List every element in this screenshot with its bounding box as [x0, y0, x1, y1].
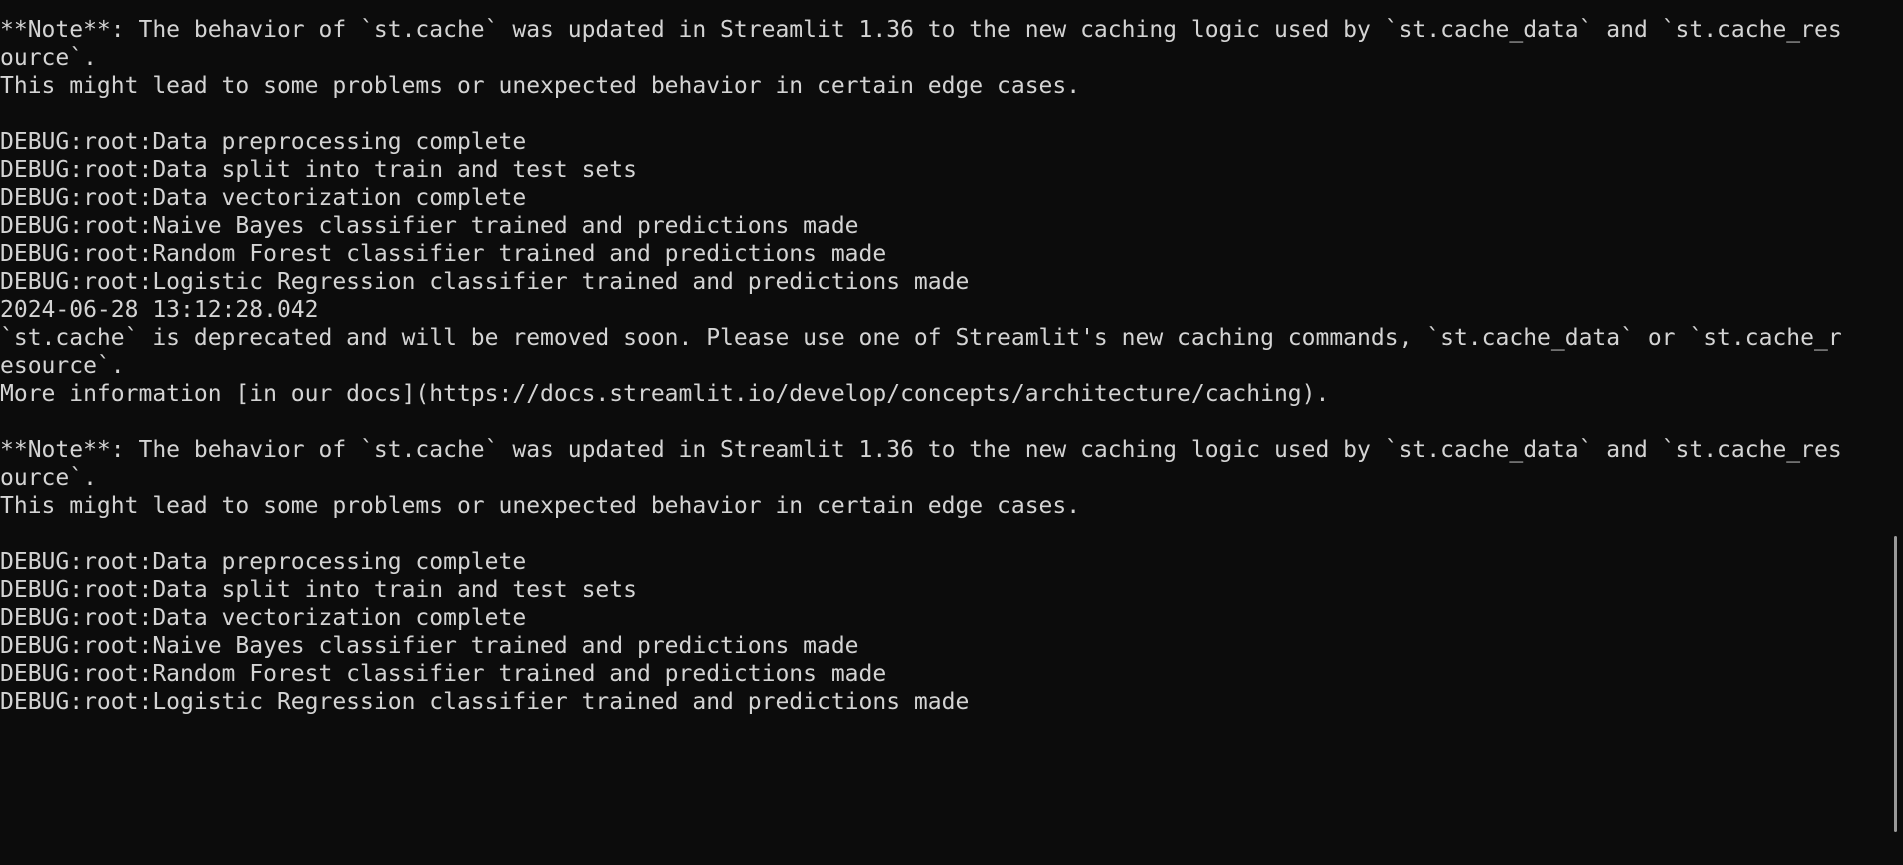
terminal-line: DEBUG:root:Data preprocessing complete: [0, 129, 527, 155]
terminal-line: This might lead to some problems or unex…: [0, 493, 1081, 519]
terminal-line: esource`.: [0, 353, 125, 379]
scrollbar-track[interactable]: [1889, 0, 1903, 865]
terminal-line: DEBUG:root:Naive Bayes classifier traine…: [0, 213, 859, 239]
terminal-line: DEBUG:root:Random Forest classifier trai…: [0, 241, 887, 267]
terminal-window[interactable]: **Note**: The behavior of `st.cache` was…: [0, 0, 1903, 865]
terminal-line: DEBUG:root:Data split into train and tes…: [0, 157, 637, 183]
terminal-line: ource`.: [0, 45, 97, 71]
terminal-line: More information [in our docs](https://d…: [0, 381, 1330, 407]
terminal-output: **Note**: The behavior of `st.cache` was…: [0, 16, 1870, 716]
terminal-line: DEBUG:root:Logistic Regression classifie…: [0, 269, 970, 295]
terminal-line: 2024-06-28 13:12:28.042: [0, 297, 319, 323]
scrollbar-thumb[interactable]: [1894, 536, 1897, 832]
terminal-line: DEBUG:root:Data split into train and tes…: [0, 577, 637, 603]
terminal-line: **Note**: The behavior of `st.cache` was…: [0, 17, 1842, 43]
terminal-line: This might lead to some problems or unex…: [0, 73, 1081, 99]
terminal-line: DEBUG:root:Random Forest classifier trai…: [0, 661, 887, 687]
terminal-line: DEBUG:root:Data vectorization complete: [0, 185, 527, 211]
terminal-line: `st.cache` is deprecated and will be rem…: [0, 325, 1842, 351]
terminal-line: DEBUG:root:Naive Bayes classifier traine…: [0, 633, 859, 659]
terminal-line: **Note**: The behavior of `st.cache` was…: [0, 437, 1842, 463]
terminal-line: DEBUG:root:Data preprocessing complete: [0, 549, 527, 575]
terminal-line: ource`.: [0, 465, 97, 491]
terminal-line: DEBUG:root:Logistic Regression classifie…: [0, 689, 970, 715]
terminal-line: DEBUG:root:Data vectorization complete: [0, 605, 527, 631]
